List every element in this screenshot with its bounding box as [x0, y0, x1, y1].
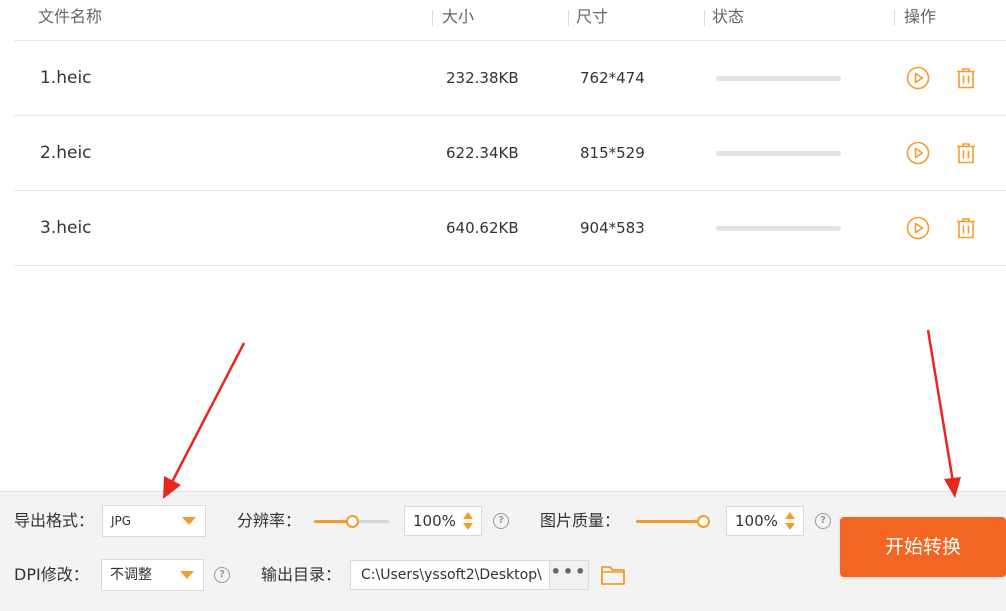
progress-bar — [716, 226, 841, 231]
quality-stepper[interactable]: 100% — [726, 506, 804, 536]
increment-arrow-icon[interactable] — [463, 512, 473, 519]
help-icon[interactable]: ? — [214, 567, 230, 583]
increment-arrow-icon[interactable] — [785, 512, 795, 519]
play-icon[interactable] — [906, 66, 930, 90]
dpi-value: 不调整 — [110, 567, 152, 583]
play-icon[interactable] — [906, 141, 930, 165]
header-divider — [894, 10, 895, 26]
header-file-name: 文件名称 — [38, 7, 103, 26]
decrement-arrow-icon[interactable] — [785, 523, 795, 530]
export-format-select[interactable]: JPG — [102, 505, 206, 537]
header-status: 状态 — [712, 7, 745, 26]
help-icon[interactable]: ? — [815, 513, 831, 529]
file-size: 622.34KB — [446, 144, 519, 162]
play-icon[interactable] — [906, 216, 930, 240]
dpi-label: DPI修改： — [14, 565, 89, 584]
file-name: 1.heic — [40, 68, 92, 88]
quality-value: 100% — [735, 512, 778, 530]
quality-label: 图片质量： — [540, 511, 621, 530]
progress-bar — [716, 76, 841, 81]
arrow-to-start — [926, 329, 955, 483]
resolution-stepper[interactable]: 100% — [404, 506, 482, 536]
resolution-value: 100% — [413, 512, 456, 530]
export-format-label: 导出格式： — [14, 511, 95, 530]
file-size: 640.62KB — [446, 219, 519, 237]
file-dimensions: 904*583 — [580, 219, 645, 237]
chevron-down-icon — [180, 571, 194, 579]
file-name: 2.heic — [40, 143, 92, 163]
export-format-value: JPG — [111, 514, 132, 528]
trash-icon[interactable] — [954, 66, 978, 90]
file-name: 3.heic — [40, 218, 92, 238]
table-header: 文件名称 大小 尺寸 状态 操作 — [14, 0, 1006, 41]
header-divider — [704, 10, 705, 26]
quality-slider[interactable] — [636, 513, 710, 529]
resolution-slider[interactable] — [314, 513, 389, 529]
header-divider — [568, 10, 569, 26]
help-icon[interactable]: ? — [493, 513, 509, 529]
output-dir-label: 输出目录： — [261, 565, 342, 584]
resolution-label: 分辨率： — [237, 511, 302, 530]
arrow-to-format — [169, 342, 246, 485]
trash-icon[interactable] — [954, 216, 978, 240]
progress-bar — [716, 151, 841, 156]
chevron-down-icon — [182, 517, 196, 525]
dpi-select[interactable]: 不调整 — [101, 559, 204, 591]
header-divider — [432, 10, 433, 26]
output-dir-value: C:\Users\yssoft2\Desktop\ — [361, 567, 542, 583]
table-row: 1.heic 232.38KB 762*474 — [14, 41, 1006, 116]
table-row: 3.heic 640.62KB 904*583 — [14, 191, 1006, 266]
slider-handle[interactable] — [697, 515, 710, 528]
slider-handle[interactable] — [345, 515, 359, 528]
file-size: 232.38KB — [446, 69, 519, 87]
file-dimensions: 815*529 — [580, 144, 645, 162]
header-actions: 操作 — [904, 7, 937, 26]
start-convert-button[interactable]: 开始转换 — [840, 517, 1006, 577]
decrement-arrow-icon[interactable] — [463, 523, 473, 530]
trash-icon[interactable] — [954, 141, 978, 165]
browse-button[interactable]: ••• — [549, 560, 589, 590]
header-dimensions: 尺寸 — [576, 7, 609, 26]
folder-icon[interactable] — [600, 563, 626, 587]
header-size: 大小 — [442, 7, 475, 26]
file-dimensions: 762*474 — [580, 69, 645, 87]
table-row: 2.heic 622.34KB 815*529 — [14, 116, 1006, 191]
